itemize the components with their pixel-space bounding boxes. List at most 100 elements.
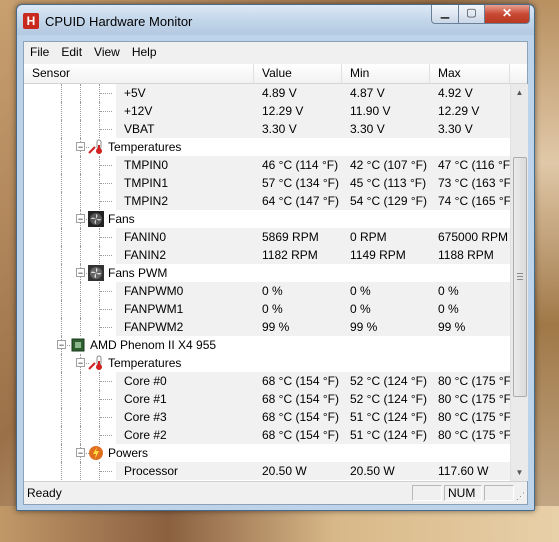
menu-view[interactable]: View [88,42,126,62]
power-icon [88,445,104,461]
collapse-toggle[interactable]: − [57,340,66,350]
sensor-row[interactable]: +5V 4.89 V 4.87 V 4.92 V [24,84,510,102]
fan-icon [88,211,104,227]
sensor-row[interactable]: FANIN2 1182 RPM 1149 RPM 1188 RPM [24,246,510,264]
sensor-min: 0 RPM [350,230,387,244]
sensor-name: Core #0 [124,374,167,388]
sensor-name: FANPWM0 [124,284,184,298]
sensor-max: 80 °C (175 °F) [438,374,510,388]
sensor-row[interactable]: FANIN0 5869 RPM 0 RPM 675000 RPM [24,228,510,246]
vertical-scrollbar[interactable]: ▲ ▼ [510,84,528,481]
client-area: File Edit View Help Sensor Value Min Max… [23,41,528,505]
collapse-toggle[interactable]: − [76,268,85,278]
sensor-max: 12.29 V [438,104,480,118]
window-title: CPUID Hardware Monitor [45,14,193,29]
device-node[interactable]: − AMD Phenom II X4 955 [24,336,510,354]
menu-help[interactable]: Help [126,42,163,62]
sensor-min: 0 % [350,302,371,316]
resize-grip-icon[interactable]: ⋰ [516,491,525,502]
sensor-row[interactable]: Processor 20.50 W 20.50 W 117.60 W [24,462,510,480]
sensor-min: 51 °C (124 °F) [350,428,427,442]
title-bar[interactable]: H CPUID Hardware Monitor ▁ ▢ ✕ [17,5,534,35]
scroll-up-arrow-icon[interactable]: ▲ [511,84,528,101]
group-label: Fans [108,212,135,226]
sensor-max: 0 % [438,302,459,316]
sensor-min: 99 % [350,320,378,334]
sensor-value: 46 °C (114 °F) [262,158,339,172]
sensor-max: 73 °C (163 °F) [438,176,510,190]
sensor-name: FANIN2 [124,248,167,262]
sensor-value: 68 °C (154 °F) [262,428,339,442]
sensor-row[interactable]: Core #1 68 °C (154 °F) 52 °C (124 °F) 80 °C… [24,390,510,408]
column-max[interactable]: Max [430,64,510,83]
column-header: Sensor Value Min Max [24,64,527,84]
sensor-row[interactable]: Core #3 68 °C (154 °F) 51 °C (124 °F) 80 °C… [24,408,510,426]
sensor-row[interactable]: FANPWM0 0 % 0 % 0 % [24,282,510,300]
group-label: Powers [108,446,149,460]
column-min[interactable]: Min [342,64,430,83]
column-sensor[interactable]: Sensor [24,64,254,83]
sensor-value: 68 °C (154 °F) [262,374,339,388]
sensor-max: 80 °C (175 °F) [438,410,510,424]
app-icon[interactable]: H [23,13,39,29]
sensor-name: TMPIN2 [124,194,169,208]
close-button[interactable]: ✕ [485,5,530,24]
scroll-down-arrow-icon[interactable]: ▼ [511,464,528,481]
sensor-min: 11.90 V [350,104,391,118]
sensor-value: 1182 RPM [262,248,318,262]
menu-edit[interactable]: Edit [55,42,88,62]
status-panel-empty-2 [484,485,514,501]
sensor-max: 80 °C (175 °F) [438,428,510,442]
sensor-max: 99 % [438,320,466,334]
sensor-group[interactable]: − Fans [24,210,510,228]
sensor-row[interactable]: FANPWM2 99 % 99 % 99 % [24,318,510,336]
desktop-background-bottom [0,506,559,542]
sensor-name: FANPWM2 [124,320,184,334]
sensor-min: 52 °C (124 °F) [350,392,427,406]
collapse-toggle[interactable]: − [76,358,85,368]
sensor-min: 3.30 V [350,122,385,136]
sensor-group[interactable]: − Temperatures [24,138,510,156]
sensor-value: 0 % [262,302,283,316]
sensor-row[interactable]: TMPIN0 46 °C (114 °F) 42 °C (107 °F) 47 °C … [24,156,510,174]
column-value[interactable]: Value [254,64,342,83]
sensor-value: 68 °C (154 °F) [262,410,339,424]
window-controls: ▁ ▢ ✕ [431,5,530,25]
sensor-max: 47 °C (116 °F) [438,158,510,172]
fan-pwm-icon [88,265,104,281]
sensor-min: 20.50 W [350,464,395,478]
sensor-max: 3.30 V [438,122,473,136]
maximize-button[interactable]: ▢ [459,5,485,24]
sensor-min: 45 °C (113 °F) [350,176,427,190]
sensor-value: 5869 RPM [262,230,319,244]
sensor-value: 12.29 V [262,104,304,118]
sensor-min: 0 % [350,284,371,298]
device-label: AMD Phenom II X4 955 [90,338,217,352]
cpu-chip-icon [70,337,86,353]
sensor-name: +5V [124,86,146,100]
status-text: Ready [27,486,62,500]
sensor-row[interactable]: TMPIN1 57 °C (134 °F) 45 °C (113 °F) 73 °C … [24,174,510,192]
minimize-button[interactable]: ▁ [431,5,459,24]
sensor-row[interactable]: +12V 12.29 V 11.90 V 12.29 V [24,102,510,120]
sensor-tree[interactable]: +5V 4.89 V 4.87 V 4.92 V +12V 12.29 V 11.90 V 1… [24,84,510,481]
sensor-group[interactable]: − Powers [24,444,510,462]
collapse-toggle[interactable]: − [76,448,85,458]
collapse-toggle[interactable]: − [76,142,85,152]
menu-file[interactable]: File [24,42,55,62]
sensor-name: TMPIN1 [124,176,169,190]
thermometer-icon [88,355,104,371]
sensor-row[interactable]: Core #0 68 °C (154 °F) 52 °C (124 °F) 80 °C… [24,372,510,390]
sensor-row[interactable]: FANPWM1 0 % 0 % 0 % [24,300,510,318]
sensor-name: Processor [124,464,179,478]
sensor-group[interactable]: − Fans PWM [24,264,510,282]
sensor-row[interactable]: TMPIN2 64 °C (147 °F) 54 °C (129 °F) 74 °C … [24,192,510,210]
group-label: Fans PWM [108,266,168,280]
sensor-group[interactable]: − Temperatures [24,354,510,372]
collapse-toggle[interactable]: − [76,214,85,224]
scrollbar-thumb[interactable] [513,157,527,397]
sensor-row[interactable]: Core #2 68 °C (154 °F) 51 °C (124 °F) 80 °C… [24,426,510,444]
sensor-row[interactable]: VBAT 3.30 V 3.30 V 3.30 V [24,120,510,138]
sensor-value: 0 % [262,284,283,298]
sensor-min: 52 °C (124 °F) [350,374,427,388]
